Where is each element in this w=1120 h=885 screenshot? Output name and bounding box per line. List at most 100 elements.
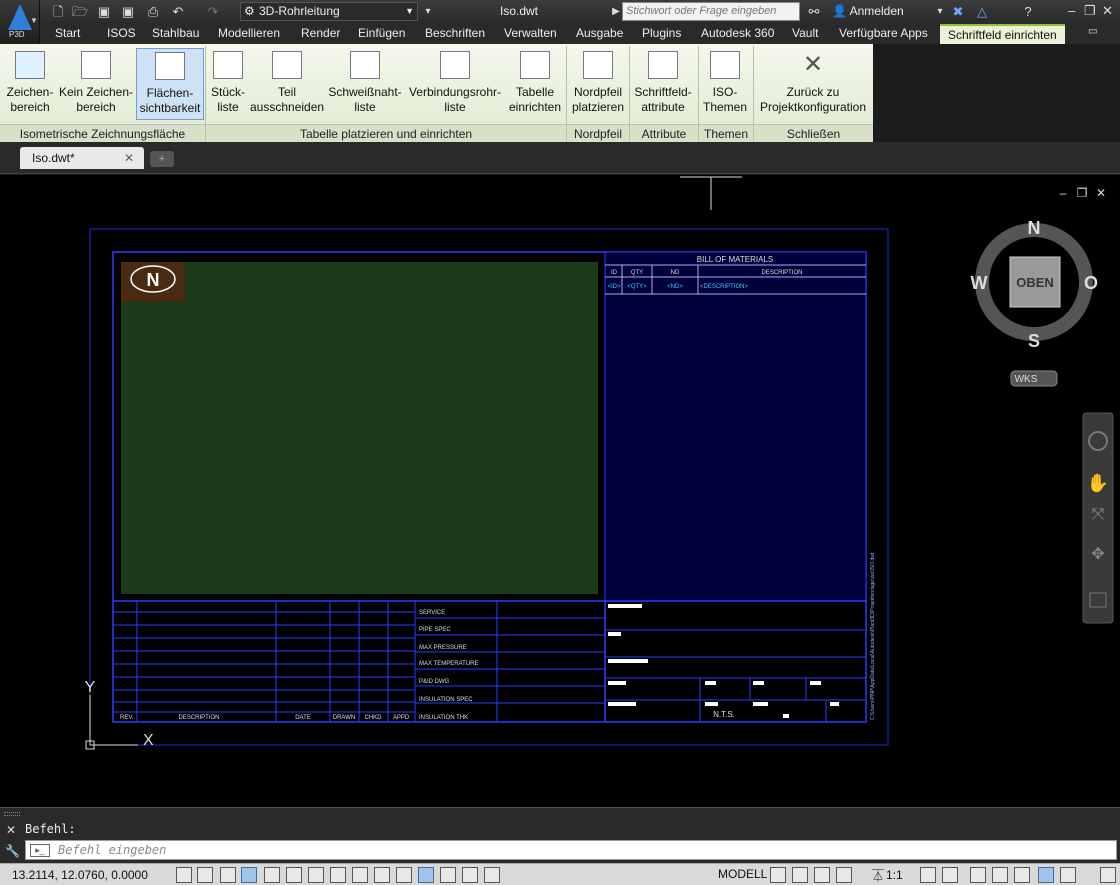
vp-minimize-icon[interactable]: – (1060, 186, 1067, 200)
a360-icon[interactable]: △ (974, 4, 990, 20)
snap-icon[interactable] (197, 867, 213, 883)
tab-start[interactable]: Start (55, 26, 80, 40)
vp-restore-icon[interactable]: ❐ (1077, 186, 1088, 200)
search-input[interactable]: Stichwort oder Frage eingeben (622, 2, 800, 21)
compass-east[interactable]: O (1084, 273, 1098, 293)
transparency-icon[interactable] (418, 867, 434, 883)
tab-schriftfeld[interactable]: Schriftfeld einrichten (940, 24, 1065, 44)
stueckliste-button[interactable]: Stück-liste (208, 48, 248, 120)
flaechensichtbarkeit-button[interactable]: Flächen-sichtbarkeit (136, 48, 204, 120)
binoculars-icon[interactable]: ⚯ (806, 4, 822, 20)
annotation-scale[interactable]: 1:1 (886, 868, 903, 882)
pan-icon[interactable]: ✋ (1087, 472, 1109, 493)
tabelle-einrichten-button[interactable]: Tabelle einrichten (506, 48, 564, 120)
tab-isos[interactable]: ISOS (107, 26, 136, 40)
tab-verwalten[interactable]: Verwalten (504, 26, 557, 40)
tab-modellieren[interactable]: Modellieren (218, 26, 280, 40)
ribbon-minimize-icon[interactable]: ▭ (1088, 26, 1097, 37)
app-logo[interactable]: P3D ▼ (0, 0, 40, 44)
document-tabs: Iso.dwt* ✕ + (0, 142, 1120, 174)
tab-vault[interactable]: Vault (792, 26, 818, 40)
nordpfeil-platzieren-button[interactable]: Nordpfeil platzieren (569, 48, 627, 120)
annotation-monitor-icon[interactable] (484, 867, 500, 883)
close-icon[interactable]: ✕ (6, 823, 16, 837)
iso-drawing-area[interactable] (121, 262, 598, 594)
lock-icon[interactable] (992, 867, 1008, 883)
dyn-icon[interactable] (374, 867, 390, 883)
ducs-icon[interactable] (352, 867, 368, 883)
new-tab-button[interactable]: + (150, 151, 174, 167)
compass-south[interactable]: S (1028, 331, 1040, 351)
tab-plugins[interactable]: Plugins (642, 26, 681, 40)
hardware-acceleration-icon[interactable] (1014, 867, 1030, 883)
redo-icon[interactable]: ↷ (205, 4, 221, 20)
close-icon[interactable]: ✕ (124, 147, 134, 169)
undo-icon[interactable]: ↶ (170, 4, 186, 20)
tab-autodesk360[interactable]: Autodesk 360 (701, 26, 774, 40)
isolate-objects-icon[interactable] (1038, 867, 1054, 883)
verbindungsrohrliste-button[interactable]: Verbindungsrohr-liste (406, 48, 504, 120)
doc-tab[interactable]: Iso.dwt* ✕ (20, 147, 144, 169)
schweissnahtliste-button[interactable]: Schweißnaht-liste (326, 48, 404, 120)
teil-ausschneiden-button[interactable]: Teil ausschneiden (250, 48, 324, 120)
grip-icon[interactable] (4, 812, 20, 816)
minimize-icon[interactable]: – (1068, 3, 1075, 18)
compass-west[interactable]: W (971, 273, 988, 293)
open-icon[interactable]: 🗁 (72, 4, 88, 20)
drawing-canvas[interactable]: N BILL OF MATERIALS ID QTY ND DESCRIPTIO… (0, 175, 1120, 807)
clean-screen-icon[interactable] (1100, 867, 1116, 883)
compass-north[interactable]: N (1028, 218, 1041, 238)
tab-stahlbau[interactable]: Stahlbau (152, 26, 199, 40)
schriftfeldattribute-button[interactable]: Schriftfeld-attribute (631, 48, 695, 120)
save-as-icon[interactable]: ▣ (120, 4, 136, 20)
print-icon[interactable]: ⎙ (145, 4, 161, 20)
exchange-icon[interactable]: ✖ (950, 4, 966, 20)
restore-icon[interactable]: ❐ (1084, 3, 1096, 19)
logo-icon (8, 4, 32, 30)
signin-button[interactable]: 👤 Anmelden (832, 4, 904, 18)
rev-header: APPD (393, 715, 410, 721)
tab-einfuegen[interactable]: Einfügen (358, 26, 405, 40)
orbit-icon[interactable]: ✥ (1091, 546, 1104, 563)
ortho-icon[interactable] (241, 867, 257, 883)
annotation-visibility-icon[interactable] (920, 867, 936, 883)
tab-beschriften[interactable]: Beschriften (425, 26, 485, 40)
kein-zeichenbereich-button[interactable]: Kein Zeichen-bereich (58, 48, 134, 120)
signin-dropdown-icon[interactable]: ▾ (932, 4, 948, 20)
zeichenbereich-button[interactable]: Zeichen-bereich (4, 48, 56, 120)
workspace-dropdown[interactable]: ⚙ 3D-Rohrleitung ▼ (240, 2, 418, 21)
tab-ausgabe[interactable]: Ausgabe (576, 26, 623, 40)
quick-view-drawings-icon[interactable] (814, 867, 830, 883)
quick-access-menu-icon[interactable]: ▾ (420, 4, 436, 20)
tab-render[interactable]: Render (301, 26, 340, 40)
iso-themen-button[interactable]: ISO- Themen (700, 48, 750, 120)
selection-cycling-icon[interactable] (462, 867, 478, 883)
layout-icon[interactable] (770, 867, 786, 883)
otrack-icon[interactable] (330, 867, 346, 883)
new-icon[interactable]: 🗋 (50, 4, 66, 20)
infer-constraints-icon[interactable] (176, 867, 192, 883)
save-icon[interactable]: ▣ (96, 4, 112, 20)
command-input[interactable]: Befehl eingeben (25, 840, 1117, 860)
vp-close-icon[interactable]: ✕ (1096, 186, 1106, 200)
polar-icon[interactable] (264, 867, 280, 883)
table-setup-icon (520, 51, 550, 79)
zoom-icon[interactable]: ⤧ (1092, 506, 1105, 523)
osnap-icon[interactable] (286, 867, 302, 883)
close-icon[interactable]: ✕ (1102, 3, 1113, 19)
tab-apps[interactable]: Verfügbare Apps (839, 26, 928, 40)
auto-scale-icon[interactable] (942, 867, 958, 883)
model-button[interactable]: MODELL (718, 867, 767, 881)
workspace-switch-icon[interactable] (970, 867, 986, 883)
prompt-icon[interactable]: ▸_ (30, 844, 50, 857)
help-icon[interactable]: ? (1020, 4, 1036, 20)
grid-icon[interactable] (220, 867, 236, 883)
wrench-icon[interactable]: 🔧 (5, 844, 20, 858)
quick-view-layouts-icon[interactable] (792, 867, 808, 883)
maximize-viewport-icon[interactable] (836, 867, 852, 883)
lightbulb-icon[interactable] (1060, 867, 1076, 883)
3dosnap-icon[interactable] (308, 867, 324, 883)
quick-properties-icon[interactable] (440, 867, 456, 883)
lineweight-icon[interactable] (396, 867, 412, 883)
zurueck-button[interactable]: ✕ Zurück zu Projektkonfiguration (755, 48, 871, 120)
